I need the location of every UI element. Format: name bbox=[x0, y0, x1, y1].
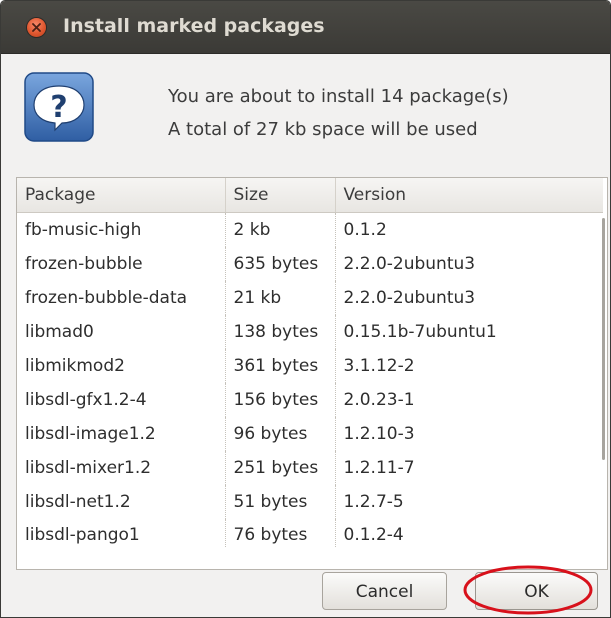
message-package-count: You are about to install 14 package(s) bbox=[168, 86, 509, 107]
package-list[interactable]: Package Size Version fb-music-high 2 kb … bbox=[16, 177, 608, 570]
package-name: libsdl-pango1 bbox=[25, 525, 140, 545]
package-version: 0.1.2-4 bbox=[334, 519, 603, 547]
message-space-total: A total of 27 kb space will be used bbox=[168, 119, 478, 140]
package-size: 361 bytes bbox=[224, 349, 335, 383]
table-row[interactable]: libmad0 138 bytes 0.15.1b-7ubuntu1 bbox=[17, 315, 603, 349]
column-header-size[interactable]: Size bbox=[224, 178, 335, 213]
package-version: 2.0.23-1 bbox=[334, 383, 603, 417]
package-size: 21 kb bbox=[224, 281, 335, 315]
table-row[interactable]: libsdl-image1.2 96 bytes 1.2.10-3 bbox=[17, 417, 603, 451]
install-dialog: Install marked packages ? You are about … bbox=[0, 0, 611, 618]
package-size: 2 kb bbox=[224, 212, 335, 247]
column-header-version[interactable]: Version bbox=[334, 178, 603, 213]
package-version: 0.15.1b-7ubuntu1 bbox=[334, 315, 603, 349]
svg-text:?: ? bbox=[50, 90, 67, 125]
package-name: libmad0 bbox=[25, 322, 94, 342]
package-name: libsdl-net1.2 bbox=[25, 492, 131, 512]
package-version: 2.2.0-2ubuntu3 bbox=[334, 247, 603, 281]
package-size: 76 bytes bbox=[224, 519, 335, 547]
table-row[interactable]: libsdl-pango1 76 bytes 0.1.2-4 bbox=[17, 519, 603, 547]
package-name: libsdl-mixer1.2 bbox=[25, 458, 152, 478]
package-size: 96 bytes bbox=[224, 417, 335, 451]
package-size: 156 bytes bbox=[224, 383, 335, 417]
cancel-button[interactable]: Cancel bbox=[322, 572, 447, 610]
package-size: 51 bytes bbox=[224, 485, 335, 519]
window-title: Install marked packages bbox=[63, 15, 325, 37]
package-size: 138 bytes bbox=[224, 315, 335, 349]
package-name: fb-music-high bbox=[25, 220, 142, 240]
column-header-package[interactable]: Package bbox=[17, 178, 225, 213]
package-version: 0.1.2 bbox=[334, 212, 603, 247]
package-size: 251 bytes bbox=[224, 451, 335, 485]
table-row[interactable]: libsdl-net1.2 51 bytes 1.2.7-5 bbox=[17, 485, 603, 519]
table-row[interactable]: libsdl-mixer1.2 251 bytes 1.2.11-7 bbox=[17, 451, 603, 485]
table-row[interactable]: libmikmod2 361 bytes 3.1.12-2 bbox=[17, 349, 603, 383]
package-version: 1.2.10-3 bbox=[334, 417, 603, 451]
package-version: 3.1.12-2 bbox=[334, 349, 603, 383]
package-version: 1.2.11-7 bbox=[334, 451, 603, 485]
package-version: 1.2.7-5 bbox=[334, 485, 603, 519]
package-name: libsdl-image1.2 bbox=[25, 424, 156, 444]
table-row[interactable]: frozen-bubble 635 bytes 2.2.0-2ubuntu3 bbox=[17, 247, 603, 281]
title-bar: Install marked packages bbox=[1, 1, 610, 54]
table-row[interactable]: frozen-bubble-data 21 kb 2.2.0-2ubuntu3 bbox=[17, 281, 603, 315]
vertical-scrollbar[interactable] bbox=[602, 218, 605, 460]
package-version: 2.2.0-2ubuntu3 bbox=[334, 281, 603, 315]
close-icon[interactable] bbox=[27, 18, 46, 37]
package-name: libsdl-gfx1.2-4 bbox=[25, 390, 147, 410]
package-name: frozen-bubble bbox=[25, 254, 143, 274]
question-icon: ? bbox=[24, 72, 94, 142]
table-row[interactable]: fb-music-high 2 kb 0.1.2 bbox=[17, 212, 603, 247]
table-row[interactable]: libsdl-gfx1.2-4 156 bytes 2.0.23-1 bbox=[17, 383, 603, 417]
ok-button[interactable]: OK bbox=[475, 572, 598, 610]
package-name: libmikmod2 bbox=[25, 356, 125, 376]
package-size: 635 bytes bbox=[224, 247, 335, 281]
package-name: frozen-bubble-data bbox=[25, 288, 188, 308]
table-header-row: Package Size Version bbox=[17, 178, 603, 213]
